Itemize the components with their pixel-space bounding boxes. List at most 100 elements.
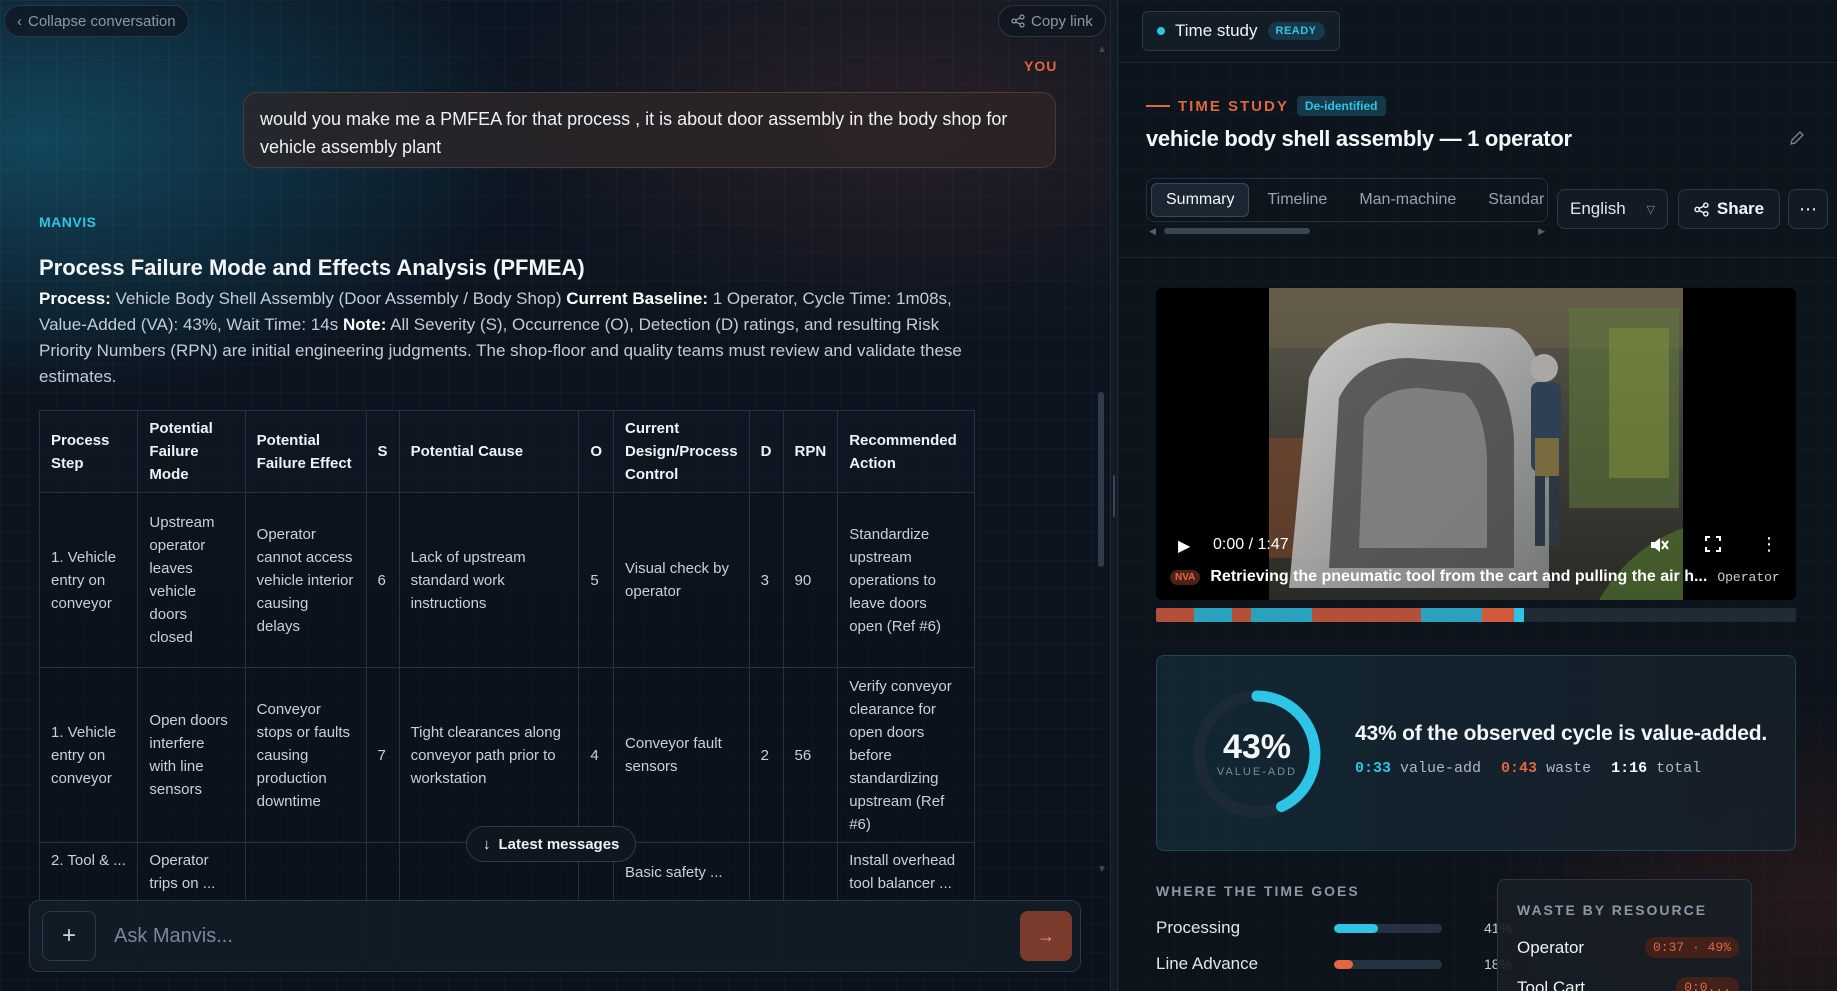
timeline-segment-value[interactable] xyxy=(1514,608,1524,622)
where-time-goes-heading: WHERE THE TIME GOES xyxy=(1156,883,1360,899)
pfmea-table: Process Step Potential Failure Mode Pote… xyxy=(38,410,975,963)
tab-summary[interactable]: Summary xyxy=(1151,183,1250,217)
caption-text: Retrieving the pneumatic tool from the c… xyxy=(1210,568,1708,585)
conversation-pane: ‹ Collapse conversation Copy link YOU wo… xyxy=(0,0,1110,991)
mute-icon[interactable] xyxy=(1648,534,1670,561)
more-horizontal-icon: ⋯ xyxy=(1799,198,1817,219)
pane-resize-handle[interactable] xyxy=(1110,0,1118,991)
play-icon[interactable]: ▶ xyxy=(1178,536,1190,556)
table-header: Current Design/Process Control xyxy=(613,410,750,493)
table-cell: 3 xyxy=(748,492,784,668)
table-cell: Visual check by operator xyxy=(613,492,750,668)
divider xyxy=(1118,257,1837,258)
list-item: Tool Cart 0:0... xyxy=(1517,977,1739,991)
waste-time: 0:43 xyxy=(1501,760,1538,777)
process-text: Vehicle Body Shell Assembly (Door Assemb… xyxy=(110,289,567,308)
collapse-conversation-button[interactable]: ‹ Collapse conversation xyxy=(4,5,189,37)
conversation-scrollbar[interactable] xyxy=(1098,392,1104,567)
waste-stat: 0:43 waste xyxy=(1501,760,1591,777)
scroll-down-arrow-icon[interactable]: ▼ xyxy=(1097,864,1107,875)
table-cell: Lack of upstream standard work instructi… xyxy=(398,492,580,668)
timeline-segment-waste[interactable] xyxy=(1482,608,1514,622)
caption-role: Operator xyxy=(1717,569,1780,585)
va-label: value-add xyxy=(1400,760,1482,777)
study-title: vehicle body shell assembly — 1 operator xyxy=(1146,126,1572,151)
timeline-segment-waste[interactable] xyxy=(1156,608,1194,622)
latest-messages-button[interactable]: ↓ Latest messages xyxy=(466,826,637,862)
share-button[interactable]: Share xyxy=(1678,189,1780,229)
response-title: Process Failure Mode and Effects Analysi… xyxy=(39,255,585,280)
table-header: Process Step xyxy=(38,410,139,493)
category-bar-fill xyxy=(1334,959,1353,969)
link-icon xyxy=(1011,14,1025,28)
more-vertical-icon[interactable]: ⋮ xyxy=(1760,534,1778,555)
timeline-segment-value[interactable] xyxy=(1421,608,1482,622)
tab-timeline[interactable]: Timeline xyxy=(1253,183,1341,217)
attach-button[interactable]: + xyxy=(42,911,96,961)
ask-input[interactable] xyxy=(114,915,934,957)
table-row: 1. Vehicle entry on conveyor Upstream op… xyxy=(38,492,975,668)
tabs-scrollbar[interactable]: ◀ ▶ xyxy=(1146,226,1548,236)
scroll-up-arrow-icon[interactable]: ▲ xyxy=(1097,44,1107,55)
total-label: total xyxy=(1656,760,1702,777)
copy-link-button[interactable]: Copy link xyxy=(998,5,1106,37)
waste-by-resource-heading: WASTE BY RESOURCE xyxy=(1517,902,1708,918)
resource-waste-value: 0:37 · 49% xyxy=(1644,937,1739,958)
timeline-segment-waste[interactable] xyxy=(1232,608,1251,622)
share-icon xyxy=(1694,201,1709,217)
table-cell: 7 xyxy=(365,667,400,843)
video-caption: NVA Retrieving the pneumatic tool from t… xyxy=(1170,568,1780,586)
eyebrow-line xyxy=(1146,105,1170,107)
video-player[interactable]: ▶ 0:00 / 1:47 ⋮ NVA Retrieving the pneum… xyxy=(1156,288,1796,600)
status-badge: READY xyxy=(1267,22,1325,40)
table-header: Potential Cause xyxy=(398,410,580,493)
category-bar-fill xyxy=(1334,923,1378,933)
tab-man-machine[interactable]: Man-machine xyxy=(1345,183,1470,217)
baseline-label: Current Baseline: xyxy=(566,289,708,308)
va-stat: 0:33 value-add xyxy=(1355,760,1481,777)
scroll-right-icon[interactable]: ▶ xyxy=(1538,226,1545,237)
time-study-pane: Time study READY TIME STUDY De-identifie… xyxy=(1118,0,1837,991)
donut-percent: 43% xyxy=(1222,728,1292,766)
send-button[interactable]: → xyxy=(1020,911,1072,961)
table-header: Recommended Action xyxy=(837,410,975,493)
table-cell: Open doors interfere with line sensors xyxy=(137,667,246,843)
table-cell: Conveyor stops or faults causing product… xyxy=(244,667,367,843)
waste-by-resource-card: WASTE BY RESOURCE Operator 0:37 · 49% To… xyxy=(1497,879,1752,991)
copy-link-label: Copy link xyxy=(1031,12,1093,30)
table-cell: 90 xyxy=(782,492,839,668)
tabs-scroll-thumb[interactable] xyxy=(1164,228,1310,234)
language-select[interactable]: English ▽ xyxy=(1557,189,1668,229)
table-cell: 6 xyxy=(365,492,400,668)
table-header: D xyxy=(748,410,784,493)
timeline-segment-value[interactable] xyxy=(1194,608,1232,622)
table-cell: Verify conveyor clearance for open doors… xyxy=(837,667,975,843)
edit-pencil-icon[interactable] xyxy=(1789,130,1805,151)
table-header: Potential Failure Effect xyxy=(244,410,367,493)
composer: + → xyxy=(29,900,1081,972)
latest-messages-label: Latest messages xyxy=(498,835,620,853)
user-role-label: YOU xyxy=(1024,58,1058,74)
video-controls: ▶ 0:00 / 1:47 ⋮ xyxy=(1156,528,1796,564)
scroll-left-icon[interactable]: ◀ xyxy=(1149,226,1156,237)
resource-name: Tool Cart xyxy=(1517,977,1586,991)
eyebrow-label: TIME STUDY xyxy=(1178,97,1289,115)
cycle-timeline-bar[interactable] xyxy=(1156,608,1796,622)
resource-waste-value: 0:0... xyxy=(1676,977,1739,991)
value-added-card: 43% VALUE-ADD 43% of the observed cycle … xyxy=(1156,655,1796,851)
tab-standard[interactable]: Standar xyxy=(1474,183,1547,217)
table-header: Potential Failure Mode xyxy=(137,410,246,493)
table-cell: 1. Vehicle entry on conveyor xyxy=(38,667,139,843)
time-study-tab[interactable]: Time study READY xyxy=(1142,11,1340,51)
process-label: Process: xyxy=(39,289,111,308)
table-cell: Upstream operator leaves vehicle doors c… xyxy=(137,492,246,668)
table-cell: 56 xyxy=(782,667,839,843)
list-item: Line Advance 18% xyxy=(1156,954,1512,974)
fullscreen-icon[interactable] xyxy=(1704,535,1722,558)
section-eyebrow: TIME STUDY De-identified xyxy=(1146,96,1386,116)
timeline-segment-value[interactable] xyxy=(1251,608,1312,622)
timeline-segment-waste[interactable] xyxy=(1312,608,1421,622)
category-name: Line Advance xyxy=(1156,954,1259,973)
more-options-button[interactable]: ⋯ xyxy=(1788,189,1828,229)
resource-name: Operator xyxy=(1517,937,1585,957)
